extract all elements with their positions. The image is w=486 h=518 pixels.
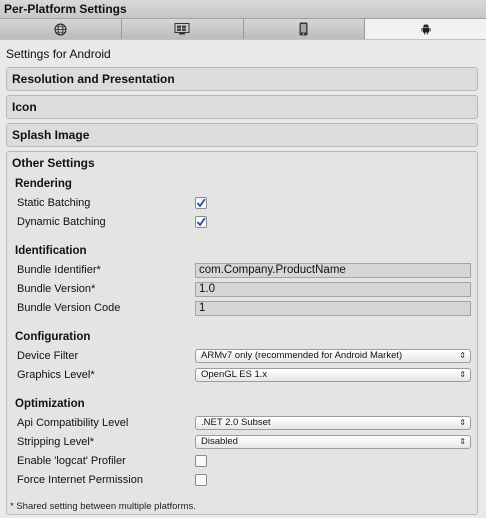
shared-setting-footnote: * Shared setting between multiple platfo… — [10, 501, 196, 512]
device-filter-value: ARMv7 only (recommended for Android Mark… — [201, 350, 403, 361]
bundle-version-code-label: Bundle Version Code — [17, 302, 121, 314]
tab-standalone[interactable] — [121, 19, 244, 39]
tab-ios[interactable] — [243, 19, 366, 39]
optimization-heading: Optimization — [15, 398, 85, 410]
logcat-profiler-label: Enable 'logcat' Profiler — [17, 455, 126, 467]
dropdown-arrow-icon: ⇕ — [459, 437, 466, 446]
mobile-phone-icon — [299, 22, 308, 36]
logcat-profiler-checkbox[interactable] — [195, 455, 207, 467]
api-compatibility-label: Api Compatibility Level — [17, 417, 129, 429]
dynamic-batching-checkbox[interactable] — [195, 216, 207, 228]
bundle-identifier-field[interactable]: com.Company.ProductName — [195, 263, 471, 278]
stripping-level-value: Disabled — [201, 436, 238, 447]
identification-heading: Identification — [15, 245, 87, 257]
graphics-level-dropdown[interactable]: OpenGL ES 1.x ⇕ — [195, 368, 471, 382]
section-other-settings: Other Settings Rendering Static Batching… — [6, 151, 478, 515]
globe-icon — [54, 23, 67, 35]
checkmark-icon — [196, 217, 206, 227]
stripping-level-dropdown[interactable]: Disabled ⇕ — [195, 435, 471, 449]
platform-heading: Settings for Android — [6, 47, 111, 61]
bundle-identifier-label: Bundle Identifier* — [17, 264, 101, 276]
section-resolution-and-presentation[interactable]: Resolution and Presentation — [6, 67, 478, 91]
checkmark-icon — [196, 198, 206, 208]
stripping-level-label: Stripping Level* — [17, 436, 95, 448]
platform-tabs — [0, 19, 486, 39]
dropdown-arrow-icon: ⇕ — [459, 418, 466, 427]
graphics-level-value: OpenGL ES 1.x — [201, 369, 268, 380]
window-title: Per-Platform Settings — [0, 0, 486, 19]
device-filter-label: Device Filter — [17, 350, 79, 362]
force-internet-permission-label: Force Internet Permission — [17, 474, 143, 486]
dropdown-arrow-icon: ⇕ — [459, 370, 466, 379]
force-internet-permission-checkbox[interactable] — [195, 474, 207, 486]
api-compatibility-dropdown[interactable]: .NET 2.0 Subset ⇕ — [195, 416, 471, 430]
device-filter-dropdown[interactable]: ARMv7 only (recommended for Android Mark… — [195, 349, 471, 363]
bundle-version-field[interactable]: 1.0 — [195, 282, 471, 297]
rendering-heading: Rendering — [15, 178, 72, 190]
bundle-version-label: Bundle Version* — [17, 283, 96, 295]
section-splash-image[interactable]: Splash Image — [6, 123, 478, 147]
section-icon[interactable]: Icon — [6, 95, 478, 119]
dynamic-batching-label: Dynamic Batching — [17, 216, 106, 228]
section-other-settings-header[interactable]: Other Settings — [12, 156, 95, 170]
static-batching-checkbox[interactable] — [195, 197, 207, 209]
bundle-version-code-field[interactable]: 1 — [195, 301, 471, 316]
android-icon — [421, 24, 431, 35]
static-batching-label: Static Batching — [17, 197, 91, 209]
graphics-level-label: Graphics Level* — [17, 369, 95, 381]
windows-icon — [174, 23, 190, 35]
api-compatibility-value: .NET 2.0 Subset — [201, 417, 271, 428]
settings-panel: Settings for Android Resolution and Pres… — [0, 40, 486, 518]
tab-web-player[interactable] — [0, 19, 122, 39]
dropdown-arrow-icon: ⇕ — [459, 351, 466, 360]
configuration-heading: Configuration — [15, 331, 91, 343]
tab-android[interactable] — [365, 19, 486, 39]
